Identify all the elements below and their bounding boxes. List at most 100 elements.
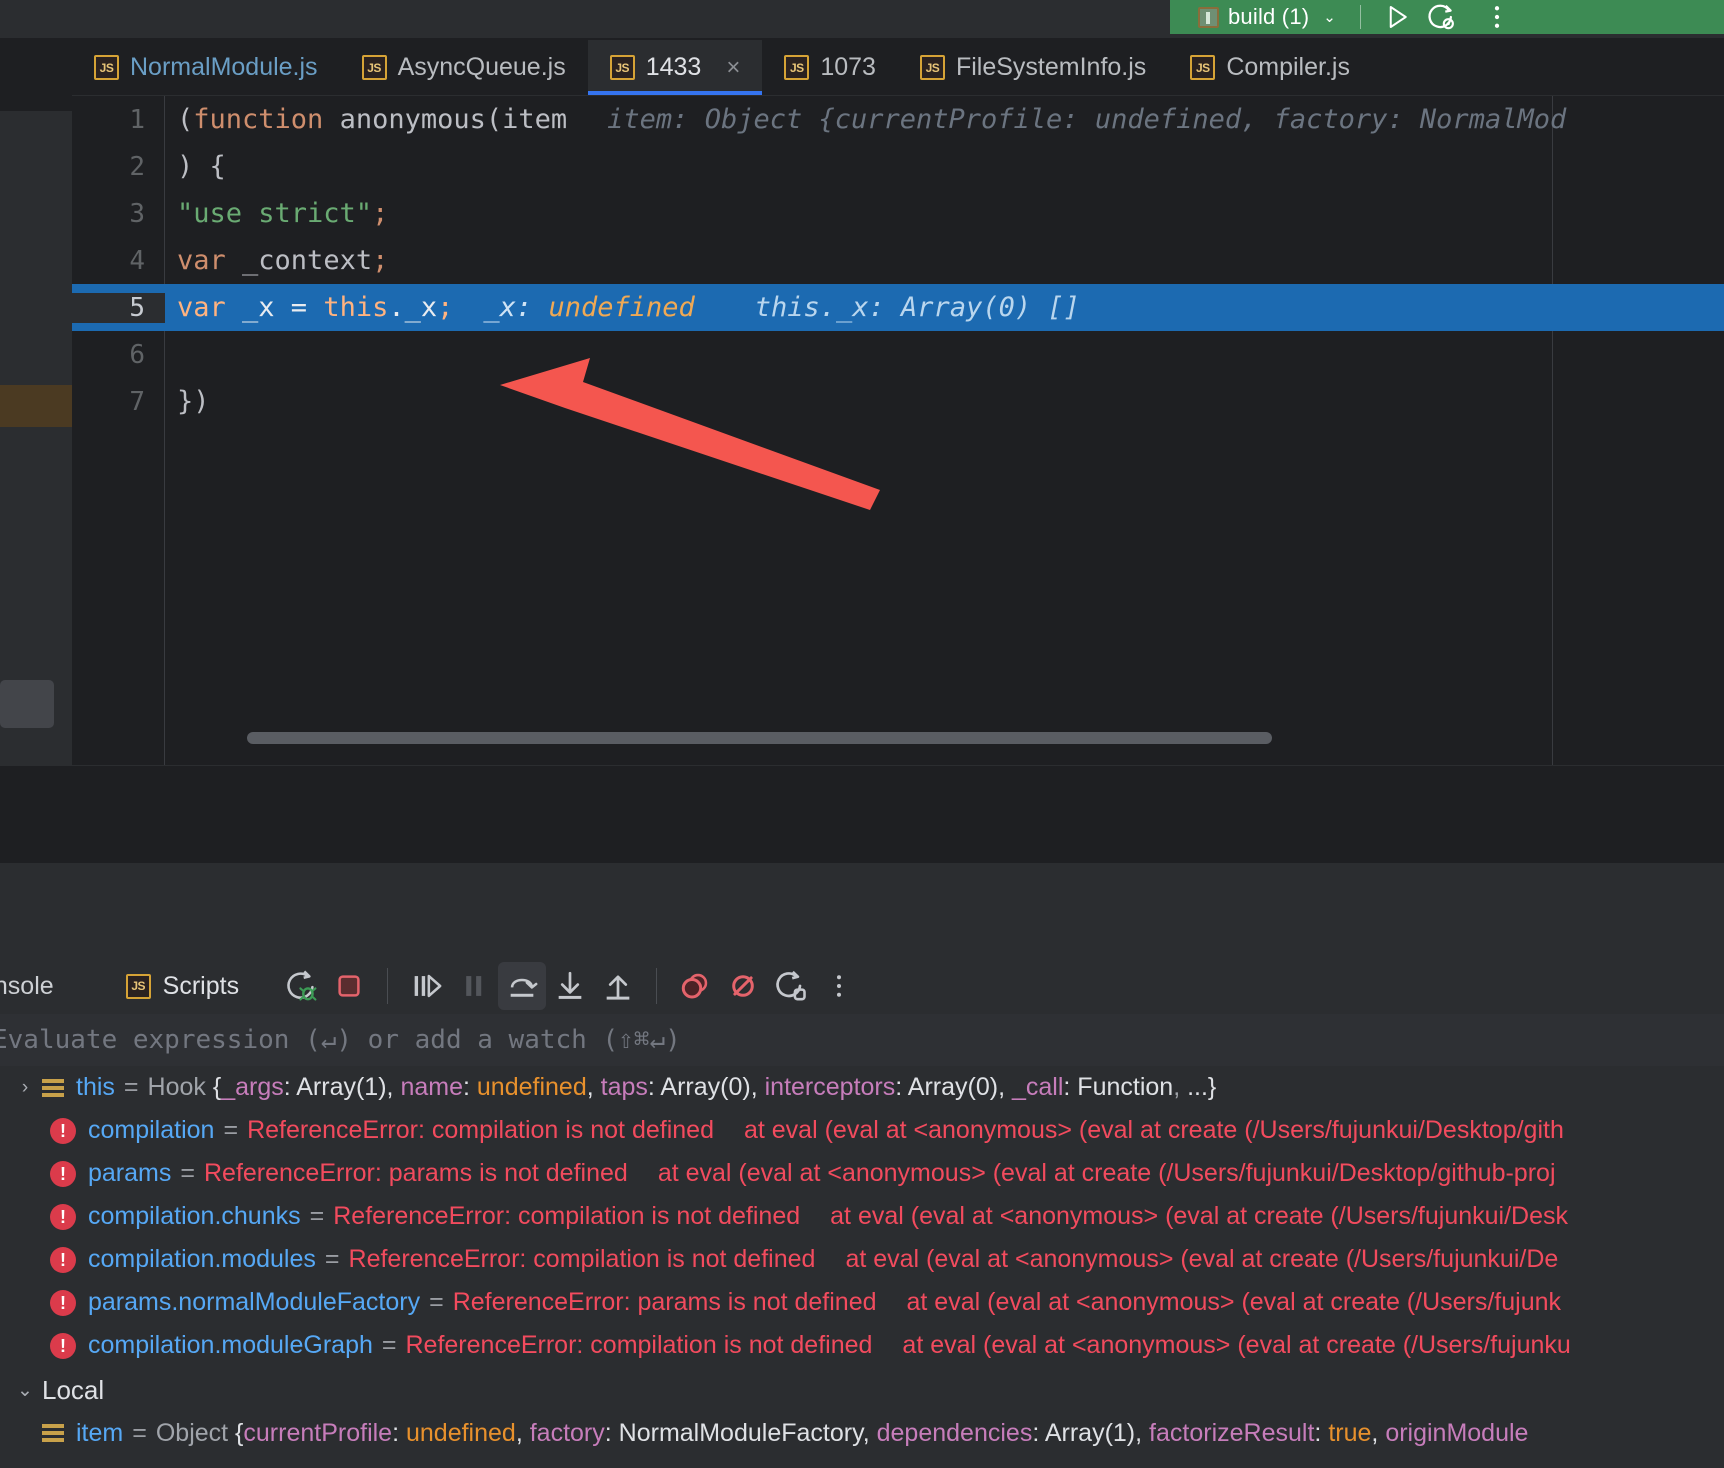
collapse-chevron-icon[interactable]: ⌄ <box>8 1379 42 1402</box>
line-number: 6 <box>72 340 165 370</box>
identifier: _context <box>226 245 372 276</box>
line-content: (function anonymous(item <box>165 104 567 135</box>
tab-1073[interactable]: JS 1073 <box>762 40 898 95</box>
watch-error: ReferenceError: params is not defined <box>453 1288 877 1317</box>
equals-sign: = <box>132 1419 147 1448</box>
console-tab[interactable]: onsole <box>0 972 54 1001</box>
toolbar-divider <box>1360 5 1361 29</box>
code-line-7[interactable]: 7 }) <box>72 378 1724 425</box>
step-into-button[interactable] <box>546 962 594 1010</box>
watch-name: this <box>76 1073 115 1102</box>
debugger-toolbar: onsole JS Scripts <box>0 958 1724 1014</box>
inline-hint-this-x: this._x: Array(0) [] <box>755 292 1080 323</box>
watch-error: ReferenceError: params is not defined <box>204 1159 628 1188</box>
stop-button[interactable] <box>325 962 373 1010</box>
comma: , <box>387 1073 401 1101</box>
mute-breakpoints-button[interactable] <box>719 962 767 1010</box>
mute-breakpoints-icon <box>725 968 761 1004</box>
more-options-button[interactable] <box>1475 0 1519 34</box>
pause-program-button[interactable] <box>450 962 498 1010</box>
rerun-with-settings-button[interactable] <box>1419 0 1463 34</box>
step-out-button[interactable] <box>594 962 642 1010</box>
tab-label: Compiler.js <box>1226 53 1350 82</box>
code-line-6[interactable]: 6 <box>72 331 1724 378</box>
watch-error: ReferenceError: compilation is not defin… <box>406 1331 873 1360</box>
watch-row-params[interactable]: ! params = ReferenceError: params is not… <box>0 1152 1724 1195</box>
js-file-icon: JS <box>1190 55 1215 80</box>
colon: : <box>605 1419 619 1447</box>
prop-value: Array(0) <box>908 1073 998 1101</box>
watch-name: compilation <box>88 1116 214 1145</box>
equals-sign: = <box>429 1288 444 1317</box>
watch-row-this[interactable]: › this = Hook {_args: Array(1), name: un… <box>0 1066 1724 1109</box>
tab-normalmodule-js[interactable]: JS NormalModule.js <box>72 40 340 95</box>
code-line-4[interactable]: 4 var _context; <box>72 237 1724 284</box>
chevron-down-icon[interactable]: ⌄ <box>1323 8 1336 26</box>
watch-row-compilation-modulegraph[interactable]: ! compilation.moduleGraph = ReferenceErr… <box>0 1324 1724 1367</box>
comma: , <box>1371 1419 1385 1447</box>
object-icon <box>42 1422 64 1444</box>
tab-label: FileSystemInfo.js <box>956 53 1146 82</box>
resume-program-button[interactable] <box>402 962 450 1010</box>
tab-1433[interactable]: JS 1433 × <box>588 40 763 95</box>
tab-compiler-js[interactable]: JS Compiler.js <box>1168 40 1372 95</box>
view-breakpoints-button[interactable] <box>671 962 719 1010</box>
tab-filesysteminfo-js[interactable]: JS FileSystemInfo.js <box>898 40 1168 95</box>
scripts-tab[interactable]: JS Scripts <box>126 972 239 1001</box>
variable-value: Object {currentProfile: undefined, facto… <box>156 1419 1529 1448</box>
code-line-1[interactable]: 1 (function anonymous(item item: Object … <box>72 96 1724 143</box>
resume-icon <box>409 969 443 1003</box>
watch-row-compilation-chunks[interactable]: ! compilation.chunks = ReferenceError: c… <box>0 1195 1724 1238</box>
watch-row-compilation[interactable]: ! compilation = ReferenceError: compilat… <box>0 1109 1724 1152</box>
semicolon: ; <box>372 198 388 229</box>
watch-stacktrace: at eval (eval at <anonymous> (eval at cr… <box>845 1245 1558 1274</box>
step-over-button[interactable] <box>498 962 546 1010</box>
local-scope-section[interactable]: ⌄ Local <box>0 1367 1724 1413</box>
colon: : <box>463 1073 477 1101</box>
kebab-icon <box>829 971 849 1001</box>
step-into-icon <box>553 969 587 1003</box>
scripts-label: Scripts <box>163 972 239 1001</box>
more-debug-options-button[interactable] <box>815 962 863 1010</box>
prop-key: factory <box>530 1419 605 1447</box>
tab-asyncqueue-js[interactable]: JS AsyncQueue.js <box>340 40 588 95</box>
editor-horizontal-scrollbar[interactable] <box>247 732 1272 744</box>
watch-row-params-normalmodulefactory[interactable]: ! params.normalModuleFactory = Reference… <box>0 1281 1724 1324</box>
code-line-2[interactable]: 2 ) { <box>72 143 1724 190</box>
rerun-gear-icon <box>1425 1 1457 33</box>
tab-label: NormalModule.js <box>130 53 318 82</box>
left-strip-button[interactable] <box>0 680 54 728</box>
watch-row-compilation-modules[interactable]: ! compilation.modules = ReferenceError: … <box>0 1238 1724 1281</box>
run-button[interactable] <box>1375 0 1419 34</box>
semicolon: ; <box>372 245 388 276</box>
stop-icon <box>334 971 364 1001</box>
comma: , <box>587 1073 601 1101</box>
run-configuration-selector[interactable]: build (1) ⌄ <box>1170 0 1346 34</box>
line-number: 4 <box>72 246 165 276</box>
prop-key: _call <box>1012 1073 1063 1101</box>
line-number: 5 <box>72 293 165 323</box>
js-file-icon: JS <box>94 55 119 80</box>
code-lines[interactable]: 1 (function anonymous(item item: Object … <box>72 96 1724 766</box>
line-number: 3 <box>72 199 165 229</box>
prop-key: taps <box>601 1073 648 1101</box>
keyword-var: var <box>177 245 226 276</box>
evaluate-expression-row[interactable]: Evaluate expression (↵) or add a watch (… <box>0 1014 1724 1066</box>
restart-debugger-button[interactable] <box>277 962 325 1010</box>
close-icon[interactable]: × <box>726 56 740 80</box>
toolbar-divider <box>387 968 388 1004</box>
toolbar-divider <box>656 968 657 1004</box>
inline-hint-x-value: undefined <box>548 292 694 323</box>
variable-row-item[interactable]: item = Object {currentProfile: undefined… <box>0 1413 1724 1453</box>
breakpoint-gutter-marker[interactable] <box>0 385 72 427</box>
expand-chevron-icon[interactable]: › <box>8 1077 42 1099</box>
colon: : <box>648 1073 661 1101</box>
code-line-3[interactable]: 3 "use strict"; <box>72 190 1724 237</box>
code-editor[interactable]: 1 (function anonymous(item item: Object … <box>72 96 1724 766</box>
comma: , <box>751 1073 765 1101</box>
top-run-toolbar: build (1) ⌄ <box>0 0 1724 38</box>
variables-and-watches-panel[interactable]: › this = Hook {_args: Array(1), name: un… <box>0 1066 1724 1468</box>
code-line-5-current[interactable]: 5 var _x = this._x; _x: undefined this._… <box>72 284 1724 331</box>
left-strip-block-top <box>0 40 72 111</box>
reset-frame-button[interactable] <box>767 962 815 1010</box>
